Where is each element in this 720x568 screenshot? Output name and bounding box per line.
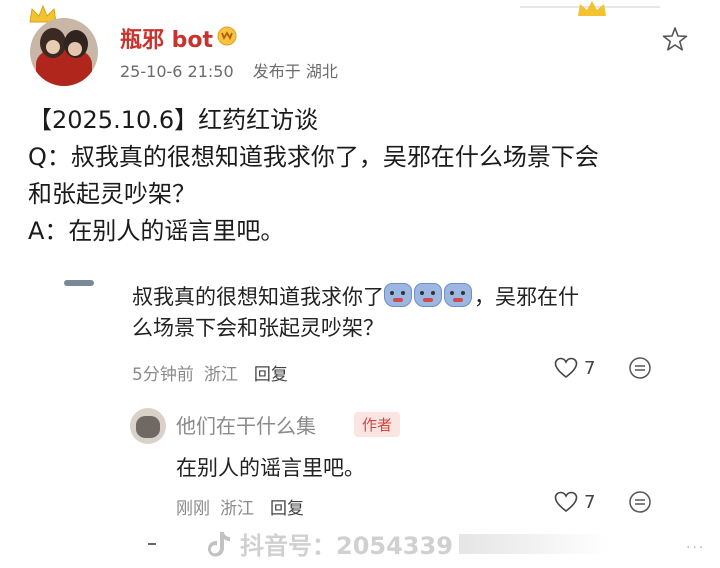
post-line: Q：叔我真的很想知道我求你了，吴邪在什么场景下会 bbox=[28, 143, 599, 171]
crying-emoji-icon bbox=[414, 283, 442, 307]
watermark: 抖音号：2054339 bbox=[206, 526, 609, 561]
more-dots: ··· bbox=[686, 540, 706, 556]
like-button[interactable]: 7 bbox=[554, 491, 595, 513]
more-icon[interactable] bbox=[628, 490, 652, 514]
reply-time: 刚刚 bbox=[176, 499, 210, 519]
comment-avatar[interactable] bbox=[64, 278, 94, 288]
reply-meta: 刚刚 浙江 回复 bbox=[176, 494, 304, 519]
douyin-logo-icon bbox=[208, 531, 230, 557]
watermark-text: 抖音号：2054339 bbox=[240, 532, 453, 560]
post-body: 【2025.10.6】红药红访谈 Q：叔我真的很想知道我求你了，吴邪在什么场景下… bbox=[28, 102, 700, 250]
crying-emoji-icon bbox=[384, 283, 412, 307]
like-button[interactable]: 7 bbox=[554, 357, 595, 379]
watermark-blur bbox=[458, 533, 609, 554]
username[interactable]: 瓶邪 bot bbox=[120, 22, 213, 54]
reply-button[interactable]: 回复 bbox=[270, 499, 304, 519]
reply-avatar[interactable] bbox=[130, 408, 166, 444]
post-line: 【2025.10.6】红药红访谈 bbox=[28, 106, 319, 134]
author-badge: 作者 bbox=[354, 412, 401, 437]
reply-username[interactable]: 他们在干什么集 bbox=[176, 410, 316, 439]
post-meta: 25-10-6 21:50 发布于 湖北 bbox=[120, 58, 352, 82]
comment-time: 5分钟前 bbox=[132, 365, 194, 385]
comment-text: 叔我真的很想知道我求你了 ，吴邪在什 么场景下会和张起灵吵架？ bbox=[132, 282, 692, 344]
like-count: 7 bbox=[584, 491, 596, 513]
post-line: 和张起灵吵架？ bbox=[28, 180, 196, 208]
comment-text-part: 叔我真的很想知道我求你了 bbox=[132, 285, 384, 309]
star-icon[interactable] bbox=[662, 26, 688, 52]
crown-icon bbox=[578, 1, 606, 16]
vip-badge-icon bbox=[217, 26, 237, 46]
reply-button[interactable]: 回复 bbox=[254, 365, 288, 385]
more-icon[interactable] bbox=[628, 356, 652, 380]
post-line: A：在别人的谣言里吧。 bbox=[28, 217, 285, 245]
comment-meta: 5分钟前 浙江 回复 bbox=[132, 360, 288, 385]
crying-emoji-icon bbox=[444, 283, 472, 307]
post-location: 发布于 湖北 bbox=[252, 62, 338, 81]
reply-location: 浙江 bbox=[220, 499, 254, 519]
comment-text-part: ，吴邪在什 bbox=[474, 285, 579, 309]
comment-text-part: 么场景下会和张起灵吵架？ bbox=[132, 316, 384, 340]
expand-replies-dash[interactable] bbox=[148, 543, 156, 545]
post-date: 25-10-6 21:50 bbox=[120, 62, 234, 81]
heart-icon bbox=[554, 357, 578, 379]
like-count: 7 bbox=[584, 357, 596, 379]
reply-text: 在别人的谣言里吧。 bbox=[176, 456, 365, 480]
user-avatar[interactable] bbox=[30, 18, 98, 86]
heart-icon bbox=[554, 491, 578, 513]
comment-location: 浙江 bbox=[203, 365, 238, 385]
